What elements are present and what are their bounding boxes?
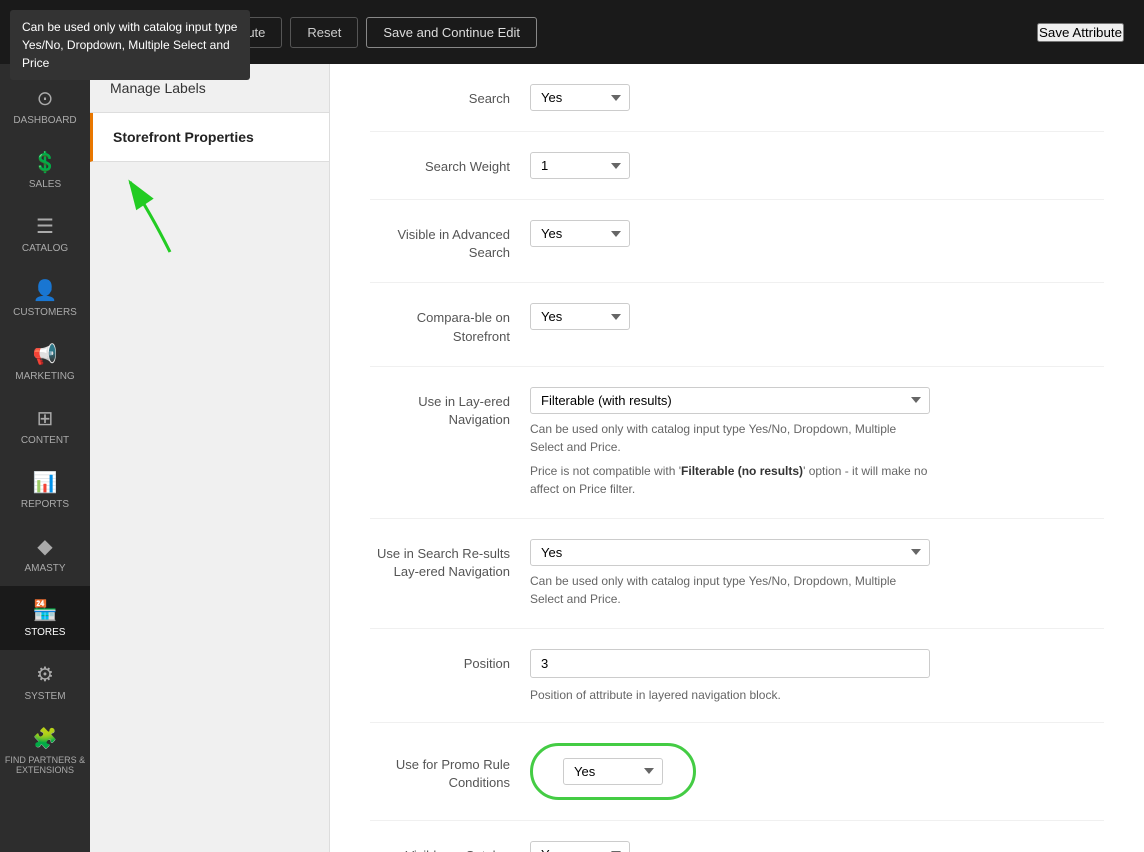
sidebar-item-label: STORES: [25, 627, 66, 638]
search-results-layered-control: YesNo Can be used only with catalog inpu…: [530, 539, 930, 608]
form-area: Search No Yes Search Weight 1 234: [330, 64, 1144, 852]
search-label: Search: [370, 84, 530, 108]
layered-navigation-control: No Filterable (with results) Filterable …: [530, 387, 930, 498]
promo-rule-label: Use for Promo Rule Conditions: [370, 750, 530, 792]
sidebar-item-content[interactable]: ⊞ CONTENT: [0, 394, 90, 458]
sidebar-item-dashboard[interactable]: ⊙ DASHBOARD: [0, 74, 90, 138]
search-select[interactable]: No Yes: [530, 84, 630, 111]
search-results-layered-label: Use in Search Re-sults Lay-ered Navigati…: [370, 539, 530, 581]
tab-storefront-properties[interactable]: Storefront Properties: [90, 113, 329, 162]
catalog-icon: ☰: [36, 214, 54, 239]
promo-rule-control: YesNo: [530, 743, 696, 800]
sidebar-item-amasty[interactable]: ◆ AMASTY: [0, 522, 90, 586]
promo-rule-row: Use for Promo Rule Conditions YesNo: [370, 743, 1104, 821]
search-results-layered-row: Use in Search Re-sults Lay-ered Navigati…: [370, 539, 1104, 629]
layered-navigation-label: Use in Lay-ered Navigation: [370, 387, 530, 429]
search-control: No Yes: [530, 84, 630, 111]
sidebar-item-label: MARKETING: [15, 371, 74, 382]
position-row: Position Position of attribute in layere…: [370, 649, 1104, 723]
position-label: Position: [370, 649, 530, 673]
sidebar: ⊙ DASHBOARD 💲 SALES ☰ CATALOG 👤 CUSTOMER…: [0, 64, 90, 852]
main-layout: ⊙ DASHBOARD 💲 SALES ☰ CATALOG 👤 CUSTOMER…: [0, 64, 1144, 852]
comparable-label: Compara-ble on Storefront: [370, 303, 530, 345]
promo-rule-select[interactable]: YesNo: [563, 758, 663, 785]
comparable-select[interactable]: YesNo: [530, 303, 630, 330]
sales-icon: 💲: [33, 150, 58, 175]
sidebar-item-label: FIND PARTNERS & EXTENSIONS: [4, 755, 86, 775]
visible-catalog-select[interactable]: YesNo: [530, 841, 630, 852]
visible-advanced-select[interactable]: YesNo: [530, 220, 630, 247]
sidebar-item-system[interactable]: ⚙ SYSTEM: [0, 650, 90, 714]
sidebar-item-label: CUSTOMERS: [13, 307, 77, 318]
system-icon: ⚙: [36, 662, 54, 687]
amasty-icon: ◆: [37, 534, 52, 559]
visible-advanced-label: Visible in Advanced Search: [370, 220, 530, 262]
sidebar-item-reports[interactable]: 📊 REPORTS: [0, 458, 90, 522]
reports-icon: 📊: [33, 470, 58, 495]
sidebar-item-label: CATALOG: [22, 243, 68, 254]
search-weight-row: Search Weight 1 2345: [370, 152, 1104, 200]
search-weight-label: Search Weight: [370, 152, 530, 176]
dashboard-icon: ⊙: [37, 86, 54, 111]
search-results-layered-hint: Can be used only with catalog input type…: [530, 572, 930, 608]
sidebar-item-label: DASHBOARD: [13, 115, 76, 126]
sidebar-item-label: SYSTEM: [24, 691, 65, 702]
save-attribute-button[interactable]: Save Attribute: [1037, 23, 1124, 42]
sidebar-item-label: AMASTY: [24, 563, 65, 574]
save-continue-button[interactable]: Save and Continue Edit: [366, 17, 537, 48]
visible-advanced-control: YesNo: [530, 220, 630, 247]
sidebar-item-label: CONTENT: [21, 435, 69, 446]
partners-icon: 🧩: [33, 726, 58, 751]
search-weight-select[interactable]: 1 2345: [530, 152, 630, 179]
customers-icon: 👤: [33, 278, 58, 303]
layered-nav-hint2: Price is not compatible with 'Filterable…: [530, 462, 930, 498]
left-panel: Manage Labels Storefront Properties: [90, 64, 330, 852]
visible-advanced-row: Visible in Advanced Search YesNo: [370, 220, 1104, 283]
search-weight-control: 1 2345: [530, 152, 630, 179]
sidebar-item-partners[interactable]: 🧩 FIND PARTNERS & EXTENSIONS: [0, 714, 90, 787]
sidebar-item-sales[interactable]: 💲 SALES: [0, 138, 90, 202]
search-results-layered-select[interactable]: YesNo: [530, 539, 930, 566]
marketing-icon: 📢: [33, 342, 58, 367]
sidebar-item-catalog[interactable]: ☰ CATALOG: [0, 202, 90, 266]
hint2-bold: Filterable (no results): [681, 464, 803, 478]
search-row: Search No Yes: [370, 84, 1104, 132]
stores-icon: 🏪: [33, 598, 58, 623]
sidebar-item-stores[interactable]: 🏪 STORES: [0, 586, 90, 650]
visible-catalog-label: Visible on Catalog Pages on Storefront: [370, 841, 530, 852]
position-control: Position of attribute in layered navigat…: [530, 649, 930, 702]
promo-rule-highlight: YesNo: [530, 743, 696, 800]
layered-navigation-row: Use in Lay-ered Navigation No Filterable…: [370, 387, 1104, 519]
visible-catalog-control: YesNo: [530, 841, 630, 852]
sidebar-item-label: REPORTS: [21, 499, 69, 510]
comparable-control: YesNo: [530, 303, 630, 330]
layered-nav-hint1: Can be used only with catalog input type…: [530, 420, 930, 456]
sidebar-item-marketing[interactable]: 📢 MARKETING: [0, 330, 90, 394]
reset-button[interactable]: Reset: [290, 17, 358, 48]
position-input[interactable]: [530, 649, 930, 678]
tooltip-text: Can be used only with catalog input type…: [22, 20, 237, 70]
comparable-row: Compara-ble on Storefront YesNo: [370, 303, 1104, 366]
sidebar-item-label: SALES: [29, 179, 61, 190]
tooltip-box: Can be used only with catalog input type…: [10, 10, 250, 80]
content-area: Manage Labels Storefront Properties: [90, 64, 1144, 852]
position-hint: Position of attribute in layered navigat…: [530, 688, 930, 702]
sidebar-item-customers[interactable]: 👤 CUSTOMERS: [0, 266, 90, 330]
layered-navigation-select[interactable]: No Filterable (with results) Filterable …: [530, 387, 930, 414]
visible-catalog-row: Visible on Catalog Pages on Storefront Y…: [370, 841, 1104, 852]
annotation-arrow: [90, 162, 210, 262]
content-icon: ⊞: [37, 406, 54, 431]
